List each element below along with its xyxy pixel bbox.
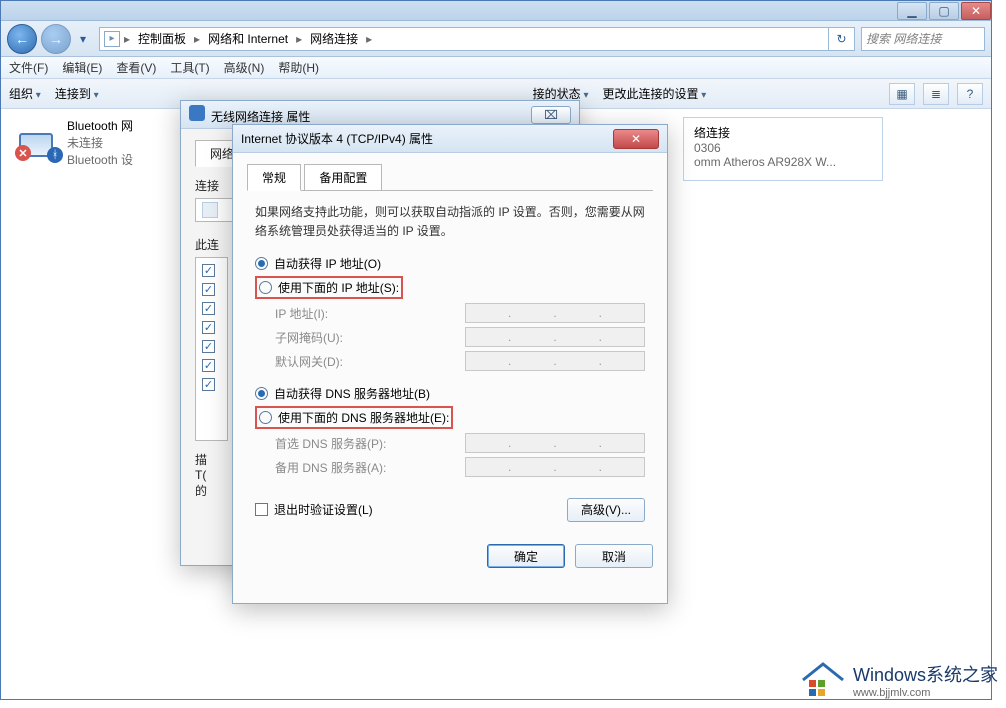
tab-strip: 常规 备用配置 xyxy=(247,163,653,191)
watermark-logo-icon xyxy=(801,660,845,700)
tab-alternate[interactable]: 备用配置 xyxy=(304,164,382,191)
adapter-name: Bluetooth 网 xyxy=(67,117,133,134)
watermark-title: Windows系统之家 xyxy=(853,661,998,687)
breadcrumb-control-panel[interactable]: 控制面板 xyxy=(134,28,190,49)
window-minimize-button[interactable]: ▁ xyxy=(897,2,927,20)
checkbox[interactable]: ✓ xyxy=(202,340,215,353)
checkbox[interactable]: ✓ xyxy=(202,321,215,334)
window-close-button[interactable]: ✕ xyxy=(961,2,991,20)
breadcrumb-network-connections[interactable]: 网络连接 xyxy=(306,28,362,49)
input-alternate-dns[interactable]: ... xyxy=(465,457,645,477)
view-mode-icon[interactable]: ▦ xyxy=(889,83,915,105)
label-ip-address: IP 地址(I): xyxy=(275,305,328,322)
toolbar-connect-to[interactable]: 连接到 xyxy=(55,85,99,102)
component-list[interactable]: ✓ ✓ ✓ ✓ ✓ ✓ ✓ xyxy=(195,257,228,441)
adapter-item-wifi[interactable]: 络连接 0306 omm Atheros AR928X W... xyxy=(683,117,883,181)
breadcrumb-bar[interactable]: ▸ ▸ 控制面板 ▸ 网络和 Internet ▸ 网络连接 ▸ xyxy=(99,27,829,51)
dialog-close-button[interactable]: ✕ xyxy=(613,129,659,149)
breadcrumb-network-internet[interactable]: 网络和 Internet xyxy=(204,28,292,49)
nav-forward-button[interactable]: → xyxy=(41,24,71,54)
label-use-dns: 使用下面的 DNS 服务器地址(E): xyxy=(278,409,449,426)
label-default-gateway: 默认网关(D): xyxy=(275,353,343,370)
window-titlebar: ▁ ▢ ✕ xyxy=(1,1,991,21)
input-subnet-mask[interactable]: ... xyxy=(465,327,645,347)
menu-bar: 文件(F) 编辑(E) 查看(V) 工具(T) 高级(N) 帮助(H) xyxy=(1,57,991,79)
tab-general[interactable]: 常规 xyxy=(247,164,301,191)
checkbox[interactable]: ✓ xyxy=(202,283,215,296)
dialog-close-button[interactable]: ⌧ xyxy=(531,106,571,124)
toolbar-organize[interactable]: 组织 xyxy=(9,85,41,102)
adapter-status: 未连接 xyxy=(67,134,133,151)
dialog-ipv4-properties: Internet 协议版本 4 (TCP/IPv4) 属性 ✕ 常规 备用配置 … xyxy=(232,124,668,604)
radio-obtain-dns-auto[interactable] xyxy=(255,387,268,400)
label-subnet-mask: 子网掩码(U): xyxy=(275,329,343,346)
adapter-name: 络连接 xyxy=(694,124,872,141)
help-icon[interactable]: ? xyxy=(957,83,983,105)
watermark-url: www.bjjmlv.com xyxy=(853,687,998,699)
checkbox[interactable]: ✓ xyxy=(202,302,215,315)
highlight-use-ip: 使用下面的 IP 地址(S): xyxy=(255,276,403,299)
radio-obtain-ip-auto[interactable] xyxy=(255,257,268,270)
menu-advanced[interactable]: 高级(N) xyxy=(224,59,265,76)
dialog-title: Internet 协议版本 4 (TCP/IPv4) 属性 xyxy=(241,130,433,147)
toolbar-change-settings[interactable]: 更改此连接的设置 xyxy=(602,85,706,102)
window-maximize-button[interactable]: ▢ xyxy=(929,2,959,20)
bluetooth-icon: ᚼ xyxy=(47,147,63,163)
nav-history-dropdown[interactable]: ▾ xyxy=(75,24,91,54)
breadcrumb-icon: ▸ xyxy=(104,31,120,47)
adapter-status: 0306 xyxy=(694,141,872,155)
adapter-device: Bluetooth 设 xyxy=(67,151,133,168)
highlight-use-dns: 使用下面的 DNS 服务器地址(E): xyxy=(255,406,453,429)
input-ip-address[interactable]: ... xyxy=(465,303,645,323)
refresh-button[interactable]: ↻ xyxy=(829,27,855,51)
menu-help[interactable]: 帮助(H) xyxy=(278,59,319,76)
dialog-icon xyxy=(189,105,205,121)
search-input[interactable]: 搜索 网络连接 xyxy=(861,27,985,51)
radio-use-dns[interactable] xyxy=(259,411,272,424)
cancel-button[interactable]: 取消 xyxy=(575,544,653,568)
label-use-ip: 使用下面的 IP 地址(S): xyxy=(278,279,399,296)
dialog-titlebar: Internet 协议版本 4 (TCP/IPv4) 属性 ✕ xyxy=(233,125,667,153)
label-preferred-dns: 首选 DNS 服务器(P): xyxy=(275,435,386,452)
ip-group: 自动获得 IP 地址(O) 使用下面的 IP 地址(S): IP 地址(I): … xyxy=(255,255,645,371)
label-validate-on-exit: 退出时验证设置(L) xyxy=(274,501,373,518)
checkbox[interactable]: ✓ xyxy=(202,264,215,277)
checkbox[interactable]: ✓ xyxy=(202,378,215,391)
dialog-title: 无线网络连接 属性 xyxy=(211,110,310,124)
advanced-button[interactable]: 高级(V)... xyxy=(567,498,645,522)
navigation-bar: ← → ▾ ▸ ▸ 控制面板 ▸ 网络和 Internet ▸ 网络连接 ▸ ↻… xyxy=(1,21,991,57)
label-obtain-dns-auto: 自动获得 DNS 服务器地址(B) xyxy=(274,385,430,402)
menu-file[interactable]: 文件(F) xyxy=(9,59,48,76)
radio-use-ip[interactable] xyxy=(259,281,272,294)
adapter-icon: ✕ ᚼ xyxy=(19,117,59,157)
error-badge-icon: ✕ xyxy=(15,145,31,161)
input-default-gateway[interactable]: ... xyxy=(465,351,645,371)
list-mode-icon[interactable]: ≣ xyxy=(923,83,949,105)
menu-view[interactable]: 查看(V) xyxy=(116,59,156,76)
menu-edit[interactable]: 编辑(E) xyxy=(62,59,102,76)
chevron-right-icon: ▸ xyxy=(194,32,200,46)
menu-tools[interactable]: 工具(T) xyxy=(170,59,209,76)
dialog-footer: 确定 取消 xyxy=(233,532,667,580)
intro-text: 如果网络支持此功能，则可以获取自动指派的 IP 设置。否则，您需要从网络系统管理… xyxy=(255,203,645,241)
watermark: Windows系统之家 www.bjjmlv.com xyxy=(801,660,998,700)
checkbox[interactable]: ✓ xyxy=(202,359,215,372)
chevron-right-icon: ▸ xyxy=(124,32,130,46)
chevron-right-icon: ▸ xyxy=(366,32,372,46)
checkbox-validate-on-exit[interactable] xyxy=(255,503,268,516)
ok-button[interactable]: 确定 xyxy=(487,544,565,568)
nav-back-button[interactable]: ← xyxy=(7,24,37,54)
adapter-device: omm Atheros AR928X W... xyxy=(694,155,872,169)
label-alternate-dns: 备用 DNS 服务器(A): xyxy=(275,459,386,476)
input-preferred-dns[interactable]: ... xyxy=(465,433,645,453)
dns-group: 自动获得 DNS 服务器地址(B) 使用下面的 DNS 服务器地址(E): 首选… xyxy=(255,385,645,477)
chevron-right-icon: ▸ xyxy=(296,32,302,46)
adapter-chip-icon xyxy=(202,202,218,218)
label-obtain-ip-auto: 自动获得 IP 地址(O) xyxy=(274,255,381,272)
